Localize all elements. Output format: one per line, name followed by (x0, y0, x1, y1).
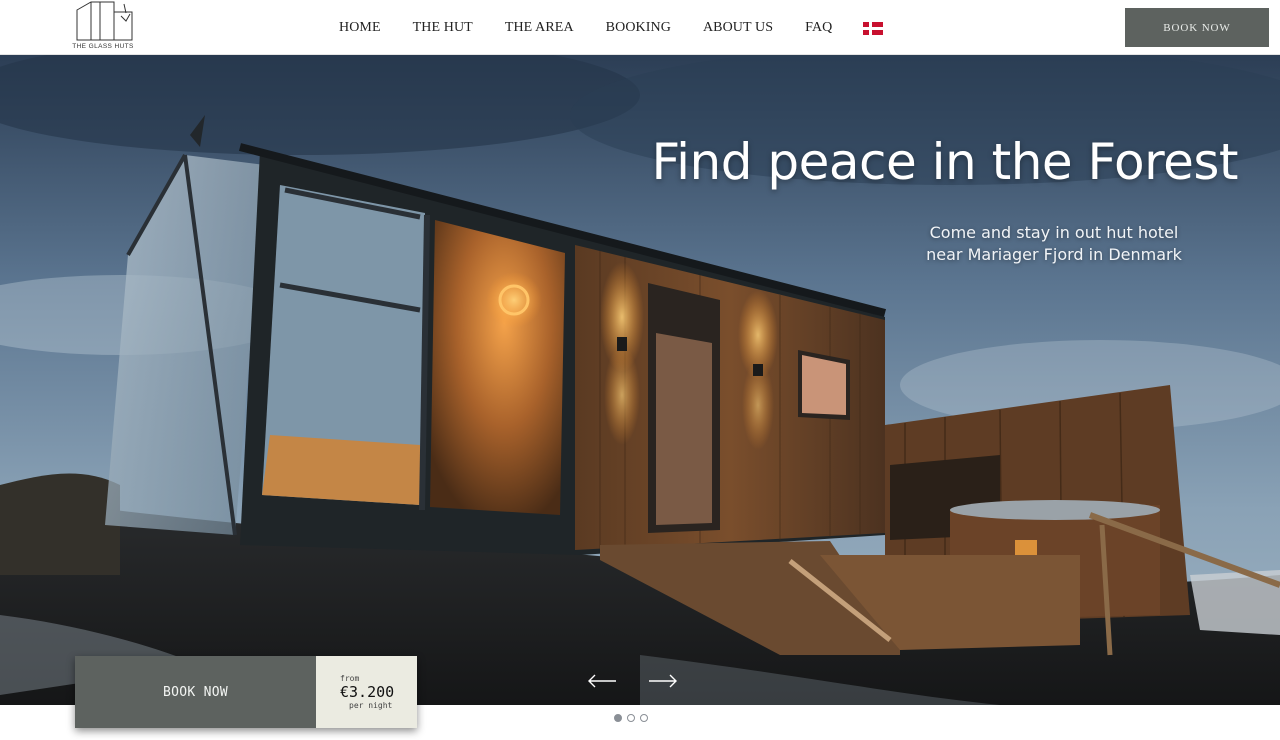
slider-pagination (614, 714, 653, 722)
hero-title: Find peace in the Forest (651, 133, 1239, 191)
hero-subtitle-line-2: near Mariager Fjord in Denmark (926, 245, 1182, 264)
nav-the-hut[interactable]: THE HUT (413, 20, 473, 36)
main-nav: HOME THE HUT THE AREA BOOKING ABOUT US F… (339, 18, 884, 38)
glass-hut-logo-icon (76, 1, 133, 41)
price-box: from €3.200 per night (316, 656, 417, 728)
slider-dot-2[interactable] (627, 714, 635, 722)
nav-booking[interactable]: BOOKING (606, 20, 671, 36)
arrow-right-icon[interactable] (648, 674, 678, 688)
nav-the-area[interactable]: THE AREA (505, 20, 574, 36)
booking-widget: BOOK NOW from €3.200 per night (75, 656, 417, 728)
nav-about-us[interactable]: ABOUT US (703, 20, 773, 36)
logo-text: THE GLASS HUTS (72, 43, 134, 50)
danish-flag-icon[interactable] (863, 21, 884, 35)
widget-book-now-button[interactable]: BOOK NOW (75, 656, 316, 728)
price-from-label: from (340, 674, 360, 683)
price-value: €3.200 (340, 683, 395, 701)
slider-dot-1[interactable] (614, 714, 622, 722)
arrow-left-icon[interactable] (587, 674, 617, 688)
nav-home[interactable]: HOME (339, 20, 381, 36)
header-book-now-button[interactable]: BOOK NOW (1125, 8, 1269, 47)
slider-dot-3[interactable] (640, 714, 648, 722)
hero-subtitle: Come and stay in out hut hotel near Mari… (904, 222, 1204, 266)
nav-faq[interactable]: FAQ (805, 20, 832, 36)
hero-subtitle-line-1: Come and stay in out hut hotel (929, 223, 1179, 242)
logo[interactable]: THE GLASS HUTS (72, 0, 134, 54)
hero-slider: Find peace in the Forest Come and stay i… (0, 55, 1280, 705)
site-header: THE GLASS HUTS HOME THE HUT THE AREA BOO… (0, 0, 1280, 55)
price-per-label: per night (349, 701, 393, 710)
